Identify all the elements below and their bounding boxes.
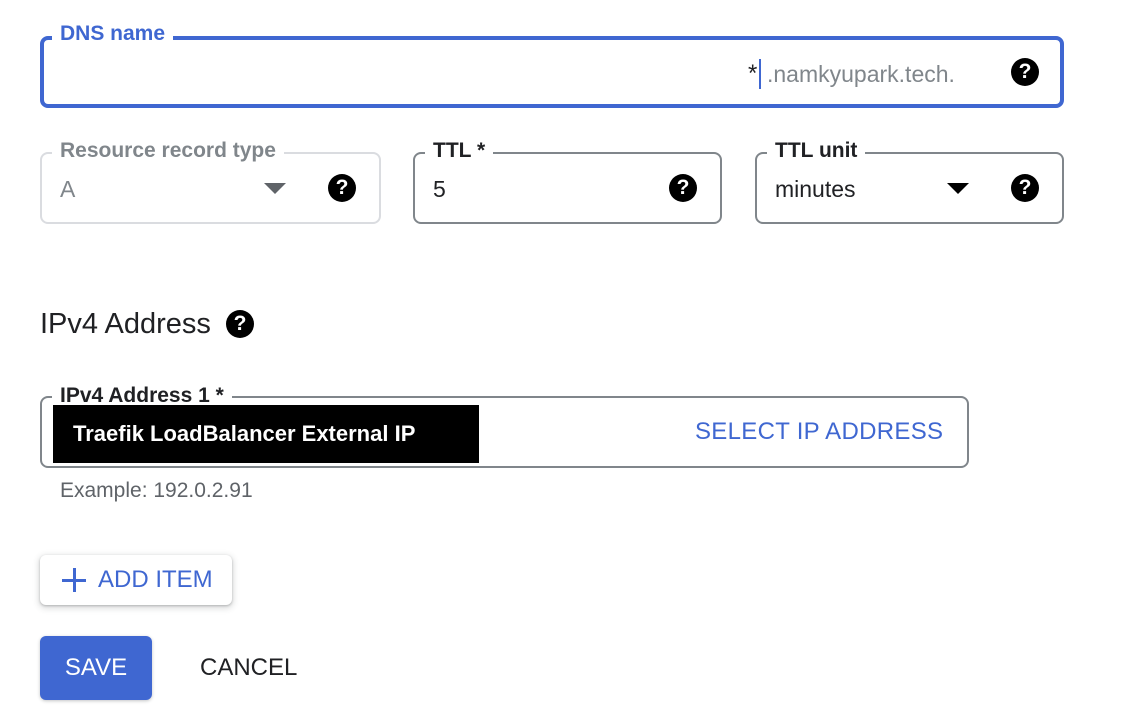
ttl-input[interactable]: 5: [433, 174, 446, 204]
help-icon[interactable]: ?: [1011, 174, 1039, 202]
dns-name-input[interactable]: *: [748, 59, 757, 89]
ipv4-address-1-value[interactable]: Traefik LoadBalancer External IP: [53, 405, 479, 463]
resource-record-type-value: A: [60, 176, 76, 202]
dns-name-label: DNS name: [52, 20, 174, 48]
add-item-button[interactable]: ADD ITEM: [40, 555, 232, 605]
help-icon[interactable]: ?: [226, 310, 254, 338]
help-icon[interactable]: ?: [328, 174, 356, 202]
text-cursor: [759, 59, 761, 89]
resource-record-type-label: Resource record type: [52, 137, 284, 165]
plus-icon: [62, 568, 86, 592]
ttl-label: TTL *: [425, 137, 494, 165]
ttl-unit-label: TTL unit: [767, 137, 866, 165]
dns-name-field[interactable]: DNS name * .namkyupark.tech. ?: [40, 20, 1064, 108]
ipv4-address-hint: Example: 192.0.2.91: [60, 479, 253, 502]
dns-name-suffix: .namkyupark.tech.: [767, 61, 955, 87]
chevron-down-icon: [264, 183, 286, 194]
ipv4-section-title: IPv4 Address: [40, 308, 211, 340]
add-item-label: ADD ITEM: [98, 566, 213, 593]
save-button[interactable]: SAVE: [40, 636, 152, 700]
chevron-down-icon[interactable]: [947, 183, 969, 194]
select-ip-address-button[interactable]: SELECT IP ADDRESS: [695, 417, 943, 447]
ipv4-address-1-field[interactable]: IPv4 Address 1 * Traefik LoadBalancer Ex…: [40, 382, 969, 468]
help-icon[interactable]: ?: [1011, 58, 1039, 86]
ttl-unit-select[interactable]: TTL unit minutes ?: [755, 137, 1064, 224]
resource-record-type-select: Resource record type A ?: [40, 137, 381, 224]
ttl-field[interactable]: TTL * 5 ?: [413, 137, 722, 224]
help-icon[interactable]: ?: [669, 174, 697, 202]
ttl-unit-value: minutes: [775, 176, 856, 202]
cancel-button[interactable]: CANCEL: [200, 636, 297, 700]
